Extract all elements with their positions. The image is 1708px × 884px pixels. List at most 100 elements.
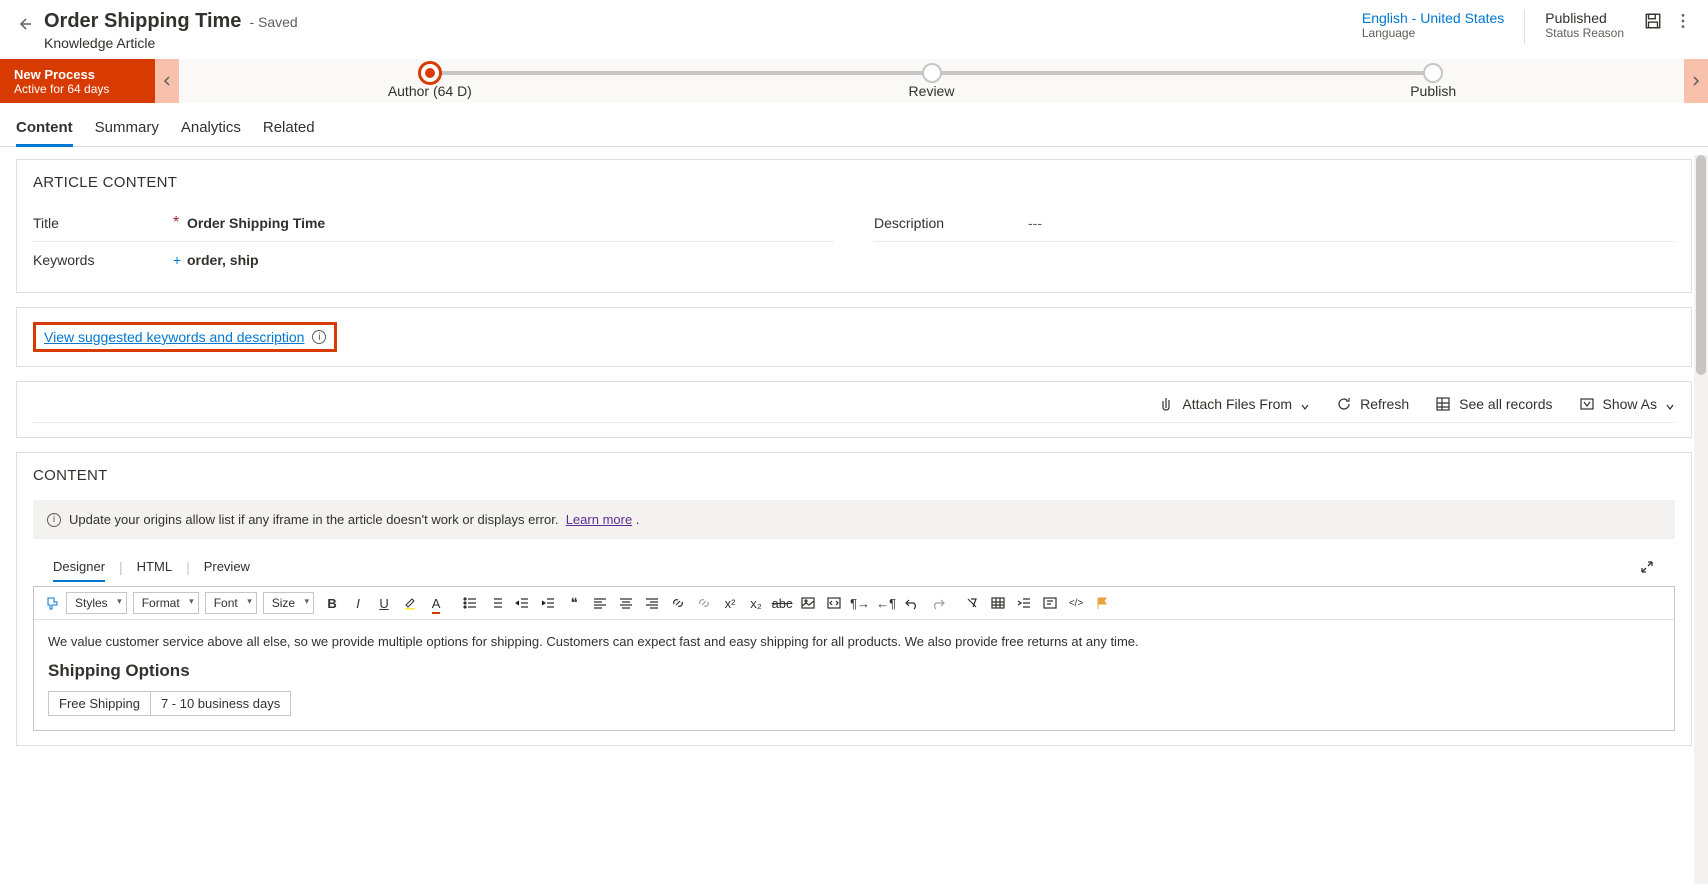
description-field[interactable]: Description --- — [874, 205, 1675, 242]
show-as-button[interactable]: Show As — [1579, 396, 1675, 412]
format-select[interactable]: Format — [133, 592, 199, 614]
suggested-keywords-link[interactable]: View suggested keywords and description — [44, 329, 304, 345]
ltr-icon[interactable]: ¶→ — [848, 591, 872, 615]
rtl-icon[interactable]: ←¶ — [874, 591, 898, 615]
bullet-list-icon[interactable] — [458, 591, 482, 615]
chevron-down-icon — [1665, 399, 1675, 409]
assist-edit-icon[interactable] — [1038, 591, 1062, 615]
section-title: ARTICLE CONTENT — [33, 174, 1675, 191]
tab-summary[interactable]: Summary — [95, 113, 159, 146]
page-header: Order Shipping Time - Saved Knowledge Ar… — [0, 0, 1708, 59]
tab-related[interactable]: Related — [263, 113, 315, 146]
undo-icon[interactable] — [900, 591, 924, 615]
content-editor-section: CONTENT i Update your origins allow list… — [16, 452, 1692, 746]
subgrid-section: Attach Files From Refresh See all record… — [16, 381, 1692, 438]
save-icon[interactable] — [1644, 12, 1662, 30]
saved-label: - Saved — [249, 14, 297, 30]
keywords-value: order, ship — [187, 252, 834, 268]
body-paragraph: We value customer service above all else… — [48, 634, 1660, 649]
process-prev-button[interactable] — [155, 59, 179, 103]
link-icon[interactable] — [666, 591, 690, 615]
image-icon[interactable] — [796, 591, 820, 615]
scrollbar-thumb[interactable] — [1696, 155, 1706, 375]
unlink-icon[interactable] — [692, 591, 716, 615]
back-icon[interactable] — [16, 16, 32, 32]
underline-icon[interactable]: U — [372, 591, 396, 615]
tab-content[interactable]: Content — [16, 113, 73, 146]
main-area: ARTICLE CONTENT Title * Order Shipping T… — [0, 147, 1708, 776]
indent-icon[interactable] — [536, 591, 560, 615]
title-value: Order Shipping Time — [187, 215, 834, 231]
iframe-icon[interactable] — [822, 591, 846, 615]
see-all-records-button[interactable]: See all records — [1435, 396, 1552, 412]
form-tabs: Content Summary Analytics Related — [0, 103, 1708, 147]
article-content-section: ARTICLE CONTENT Title * Order Shipping T… — [16, 159, 1692, 293]
strikethrough-icon[interactable]: abc — [770, 591, 794, 615]
chevron-down-icon — [1300, 399, 1310, 409]
stage-circle-icon — [1423, 63, 1443, 83]
page-title: Order Shipping Time — [44, 10, 241, 33]
superscript-icon[interactable]: x² — [718, 591, 742, 615]
stage-review[interactable]: Review — [681, 59, 1183, 103]
size-select[interactable]: Size — [263, 592, 314, 614]
editor-tab-html[interactable]: HTML — [137, 555, 172, 578]
process-duration: Active for 64 days — [14, 82, 141, 96]
stage-circle-icon — [922, 63, 942, 83]
status-field[interactable]: Published Status Reason — [1545, 10, 1624, 40]
stage-publish[interactable]: Publish — [1182, 59, 1684, 103]
process-name: New Process — [14, 67, 141, 82]
align-right-icon[interactable] — [640, 591, 664, 615]
editor-tab-preview[interactable]: Preview — [204, 555, 250, 578]
font-color-icon[interactable]: A — [424, 591, 448, 615]
format-painter-icon[interactable] — [40, 591, 64, 615]
expand-icon[interactable] — [1639, 559, 1655, 575]
required-icon: * — [173, 217, 187, 229]
clear-format-icon[interactable] — [960, 591, 984, 615]
banner-text: Update your origins allow list if any if… — [69, 512, 558, 527]
process-header[interactable]: New Process Active for 64 days — [0, 59, 155, 103]
align-left-icon[interactable] — [588, 591, 612, 615]
scrollbar[interactable] — [1694, 155, 1708, 884]
process-next-button[interactable] — [1684, 59, 1708, 103]
field-label: Title — [33, 215, 173, 231]
title-field[interactable]: Title * Order Shipping Time — [33, 205, 834, 242]
language-value[interactable]: English - United States — [1362, 10, 1504, 26]
outdent-icon[interactable] — [510, 591, 534, 615]
subscript-icon[interactable]: x₂ — [744, 591, 768, 615]
table-row: Free Shipping 7 - 10 business days — [49, 692, 291, 716]
more-icon[interactable] — [1674, 12, 1692, 30]
flag-icon[interactable] — [1090, 591, 1114, 615]
stage-author[interactable]: Author (64 D) — [179, 59, 681, 103]
number-list-icon[interactable] — [484, 591, 508, 615]
tab-analytics[interactable]: Analytics — [181, 113, 241, 146]
attach-files-button[interactable]: Attach Files From — [1158, 396, 1310, 412]
language-field[interactable]: English - United States Language — [1362, 10, 1504, 40]
editor-body[interactable]: We value customer service above all else… — [34, 620, 1674, 730]
quote-icon[interactable]: ❝ — [562, 591, 586, 615]
show-as-icon — [1579, 396, 1595, 412]
source-icon[interactable]: </> — [1064, 591, 1088, 615]
align-center-icon[interactable] — [614, 591, 638, 615]
learn-more-link[interactable]: Learn more — [566, 512, 632, 527]
suggested-keywords-highlight: View suggested keywords and description … — [33, 322, 337, 352]
attachment-icon — [1158, 396, 1174, 412]
info-icon[interactable]: i — [312, 330, 326, 344]
font-select[interactable]: Font — [205, 592, 257, 614]
entity-subtitle: Knowledge Article — [44, 35, 298, 51]
styles-select[interactable]: Styles — [66, 592, 127, 614]
recommended-icon: + — [173, 254, 187, 266]
info-icon: i — [47, 513, 61, 527]
redo-icon[interactable] — [926, 591, 950, 615]
table-icon[interactable] — [986, 591, 1010, 615]
collapse-icon[interactable] — [1012, 591, 1036, 615]
editor-tab-designer[interactable]: Designer — [53, 555, 105, 578]
description-value: --- — [1028, 215, 1675, 231]
highlight-icon[interactable] — [398, 591, 422, 615]
bold-icon[interactable]: B — [320, 591, 344, 615]
keywords-field[interactable]: Keywords + order, ship — [33, 242, 834, 278]
italic-icon[interactable]: I — [346, 591, 370, 615]
refresh-button[interactable]: Refresh — [1336, 396, 1409, 412]
language-label: Language — [1362, 26, 1504, 40]
refresh-icon — [1336, 396, 1352, 412]
field-label: Keywords — [33, 252, 173, 268]
